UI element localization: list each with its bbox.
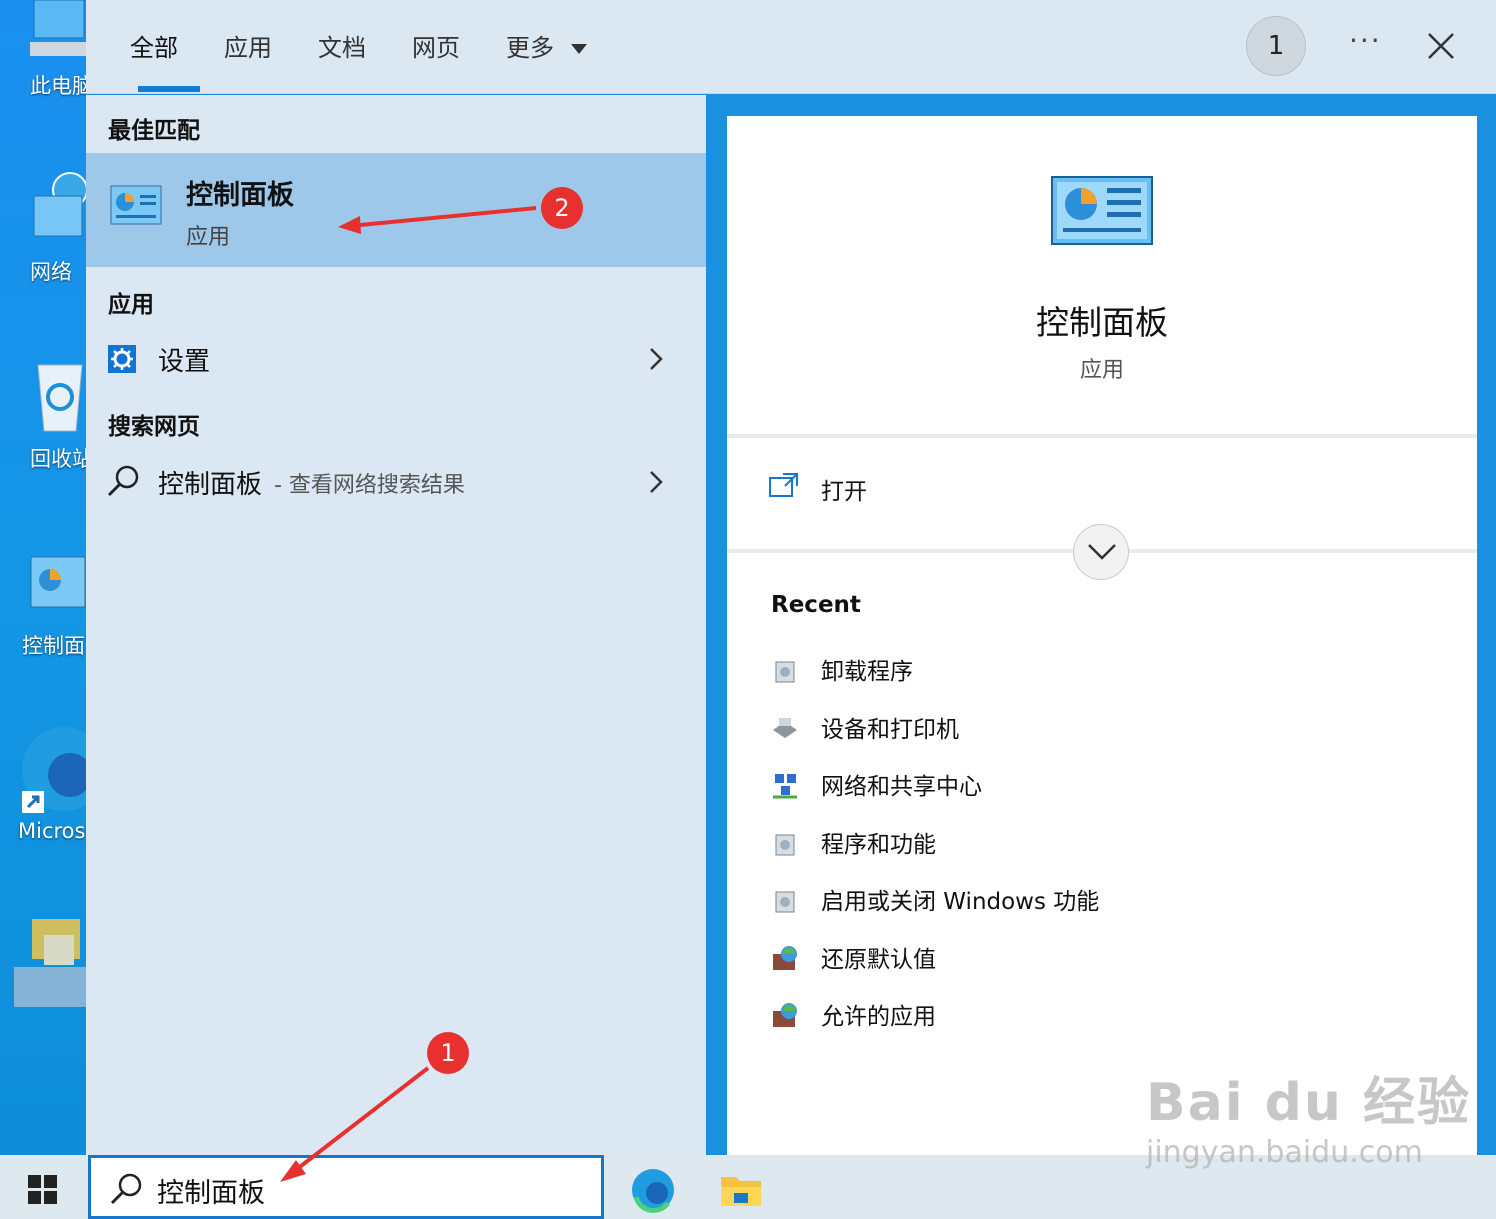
tab-more-label: 更多 [506, 34, 554, 62]
control-panel-icon [30, 556, 86, 608]
chevron-down-icon [1088, 544, 1116, 560]
gear-icon [108, 345, 136, 373]
firewall-icon [773, 1003, 797, 1027]
tab-web[interactable]: 网页 [412, 28, 460, 63]
recent-item-label: 设备和打印机 [821, 717, 959, 743]
best-match-item[interactable]: 控制面板 应用 [86, 153, 706, 267]
desktop-icon-label: 回收站 [30, 447, 86, 471]
tab-documents[interactable]: 文档 [318, 28, 366, 63]
open-action[interactable]: 打开 [767, 462, 1167, 512]
caret-down-icon [570, 44, 587, 54]
desktop-icon-label: 此电脑 [30, 74, 86, 98]
desktop-icon-network[interactable]: 网络 [0, 170, 86, 290]
web-search-heading: 搜索网页 [108, 414, 200, 440]
detail-pane: 控制面板 应用 打开 Recent 卸载程序 设备和打印机 网络和共享中心 程序… [727, 116, 1477, 1155]
detail-subtitle: 应用 [1079, 358, 1124, 383]
web-search-query: 控制面板 [158, 470, 263, 500]
app-result-label: 设置 [158, 347, 211, 377]
edge-icon [22, 727, 86, 813]
desktop-icon-label: 网络 [30, 260, 72, 284]
tab-all[interactable]: 全部 [130, 28, 178, 63]
tab-more[interactable]: 更多 [506, 28, 588, 63]
chevron-right-icon[interactable] [648, 470, 664, 494]
desktop-icon-recycle-bin[interactable]: 回收站 [0, 355, 86, 475]
printer-icon [773, 718, 797, 738]
windows-start-icon[interactable] [28, 1175, 58, 1205]
best-match-subtitle: 应用 [186, 225, 231, 250]
edge-icon[interactable] [630, 1167, 676, 1213]
recent-heading: Recent [771, 592, 861, 618]
open-external-icon [769, 473, 798, 497]
control-panel-large-icon [1051, 176, 1153, 245]
programs-icon [775, 661, 795, 683]
more-options-button[interactable]: ··· [1349, 24, 1382, 57]
firewall-icon [773, 946, 797, 970]
watermark-brand: Bai du 经验 [1146, 1073, 1471, 1133]
divider [727, 434, 1477, 438]
programs-icon [775, 891, 795, 913]
rewards-badge[interactable]: 1 [1246, 16, 1306, 76]
tab-apps[interactable]: 应用 [224, 28, 272, 63]
desktop-icon-label: 控制面板 [22, 634, 86, 658]
best-match-title: 控制面板 [186, 180, 294, 211]
file-explorer-icon[interactable] [720, 1171, 762, 1207]
recent-item-label: 网络和共享中心 [821, 774, 982, 800]
web-search-suffix: - 查看网络搜索结果 [274, 473, 465, 498]
desktop-icon-this-pc[interactable]: 此电脑 [0, 0, 86, 100]
watermark-url: jingyan.baidu.com [1146, 1135, 1423, 1170]
network-globe-icon [33, 172, 86, 237]
search-icon [110, 1173, 142, 1205]
recent-item-label: 允许的应用 [821, 1004, 936, 1030]
active-tab-indicator [138, 86, 200, 92]
close-icon[interactable] [1419, 24, 1463, 68]
web-search-result[interactable]: 控制面板 - 查看网络搜索结果 [86, 452, 706, 512]
blurred-user-avatar [14, 905, 86, 1025]
open-label: 打开 [821, 479, 867, 505]
baidu-watermark: Bai du 经验 jingyan.baidu.com [1146, 1060, 1471, 1170]
search-icon [107, 465, 139, 497]
desktop-icon-label: Microsoft Edge [18, 819, 86, 843]
annotation-marker-2: 2 [541, 187, 583, 229]
taskbar-search-box[interactable] [88, 1155, 604, 1219]
badge-count: 1 [1267, 31, 1285, 61]
chevron-right-icon[interactable] [648, 347, 664, 371]
recent-item-label: 卸载程序 [821, 659, 913, 685]
network-icon [773, 774, 797, 799]
expand-button[interactable] [1073, 524, 1129, 580]
recycle-bin-icon [37, 364, 83, 432]
desktop: 此电脑 网络 回收站 控制面板 Microsoft Edge [0, 0, 86, 1155]
programs-icon [775, 834, 795, 856]
apps-heading: 应用 [108, 292, 154, 318]
search-input[interactable] [157, 1168, 577, 1212]
search-scope-tabs: 全部 应用 文档 网页 更多 1 ··· [86, 0, 1496, 94]
computer-icon [30, 0, 86, 56]
results-pane: 最佳匹配 控制面板 应用 应用 设置 搜索网页 控制面板 - 查看网络搜索结果 [86, 95, 706, 1155]
control-panel-icon [110, 185, 162, 225]
recent-item-label: 还原默认值 [821, 947, 936, 973]
recent-item-label: 程序和功能 [821, 832, 936, 858]
detail-title: 控制面板 [1036, 303, 1168, 342]
app-result-settings[interactable]: 设置 [86, 329, 706, 389]
recent-item-label: 启用或关闭 Windows 功能 [821, 889, 1100, 915]
desktop-icon-edge[interactable]: Microsoft Edge [0, 725, 86, 885]
desktop-icon-control-panel[interactable]: 控制面板 [0, 550, 86, 660]
annotation-marker-1: 1 [427, 1032, 469, 1074]
best-match-heading: 最佳匹配 [108, 118, 200, 144]
